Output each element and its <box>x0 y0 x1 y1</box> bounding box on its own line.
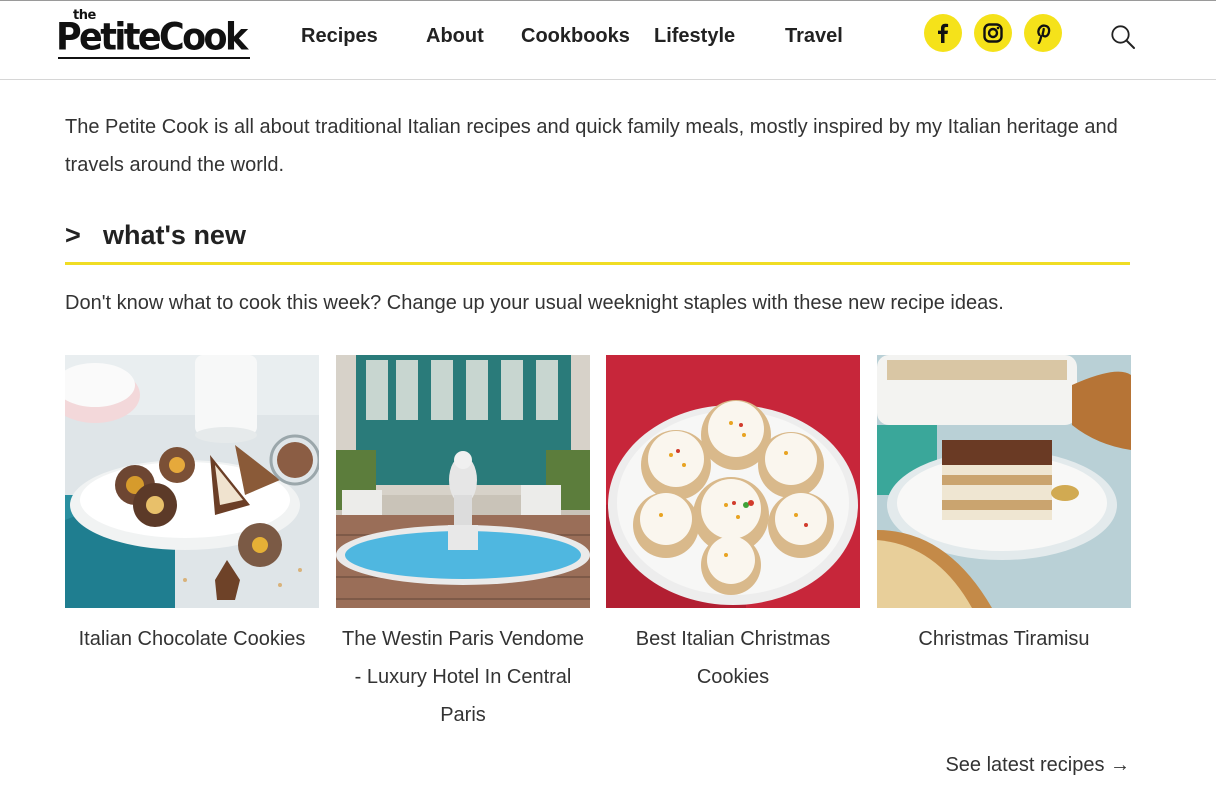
recipe-card: Best Italian Christmas Cookies <box>606 355 860 696</box>
section-heading: > what's new <box>65 220 246 251</box>
search-icon <box>1111 25 1135 49</box>
intro-text: The Petite Cook is all about traditional… <box>65 116 1118 176</box>
logo-wordmark: PetiteCook <box>56 16 248 60</box>
section-title: what's new <box>103 220 246 250</box>
site-logo[interactable]: the PetiteCook <box>56 7 252 61</box>
chocolate-cookies-photo <box>65 355 319 608</box>
recipe-card: Italian Chocolate Cookies <box>65 355 319 658</box>
recipe-image-westin-paris[interactable] <box>336 355 590 608</box>
recipe-title[interactable]: Christmas Tiramisu <box>877 620 1131 658</box>
chevron-right-icon: > <box>65 220 81 250</box>
christmas-tiramisu-photo <box>877 355 1131 608</box>
recipe-title[interactable]: Best Italian Christmas Cookies <box>606 620 860 696</box>
logo-underline <box>58 57 250 59</box>
facebook-icon <box>938 23 949 43</box>
see-latest-recipes-link[interactable]: See latest recipes → <box>945 754 1130 777</box>
recipe-card: The Westin Paris Vendome - Luxury Hotel … <box>336 355 590 734</box>
section-description: Don't know what to cook this week? Chang… <box>65 292 1004 314</box>
pinterest-button[interactable] <box>1024 14 1062 52</box>
westin-paris-photo <box>336 355 590 608</box>
pinterest-icon <box>1037 24 1051 44</box>
section-divider <box>65 262 1130 265</box>
christmas-cookies-photo <box>606 355 860 608</box>
nav-travel[interactable]: Travel <box>785 25 843 48</box>
recipe-title[interactable]: Italian Chocolate Cookies <box>65 620 319 658</box>
recipe-card: Christmas Tiramisu <box>877 355 1131 658</box>
nav-about[interactable]: About <box>426 25 484 48</box>
recipe-image-chocolate-cookies[interactable] <box>65 355 319 608</box>
recipe-image-christmas-cookies[interactable] <box>606 355 860 608</box>
recipe-title[interactable]: The Westin Paris Vendome - Luxury Hotel … <box>336 620 590 734</box>
instagram-button[interactable] <box>974 14 1012 52</box>
recipe-image-christmas-tiramisu[interactable] <box>877 355 1131 608</box>
nav-recipes[interactable]: Recipes <box>301 25 378 48</box>
instagram-icon <box>983 23 1003 43</box>
nav-cookbooks[interactable]: Cookbooks <box>521 25 630 48</box>
site-header: the PetiteCook Recipes About Cookbooks L… <box>0 1 1216 80</box>
facebook-button[interactable] <box>924 14 962 52</box>
nav-lifestyle[interactable]: Lifestyle <box>654 25 735 48</box>
search-button[interactable] <box>1110 23 1136 51</box>
